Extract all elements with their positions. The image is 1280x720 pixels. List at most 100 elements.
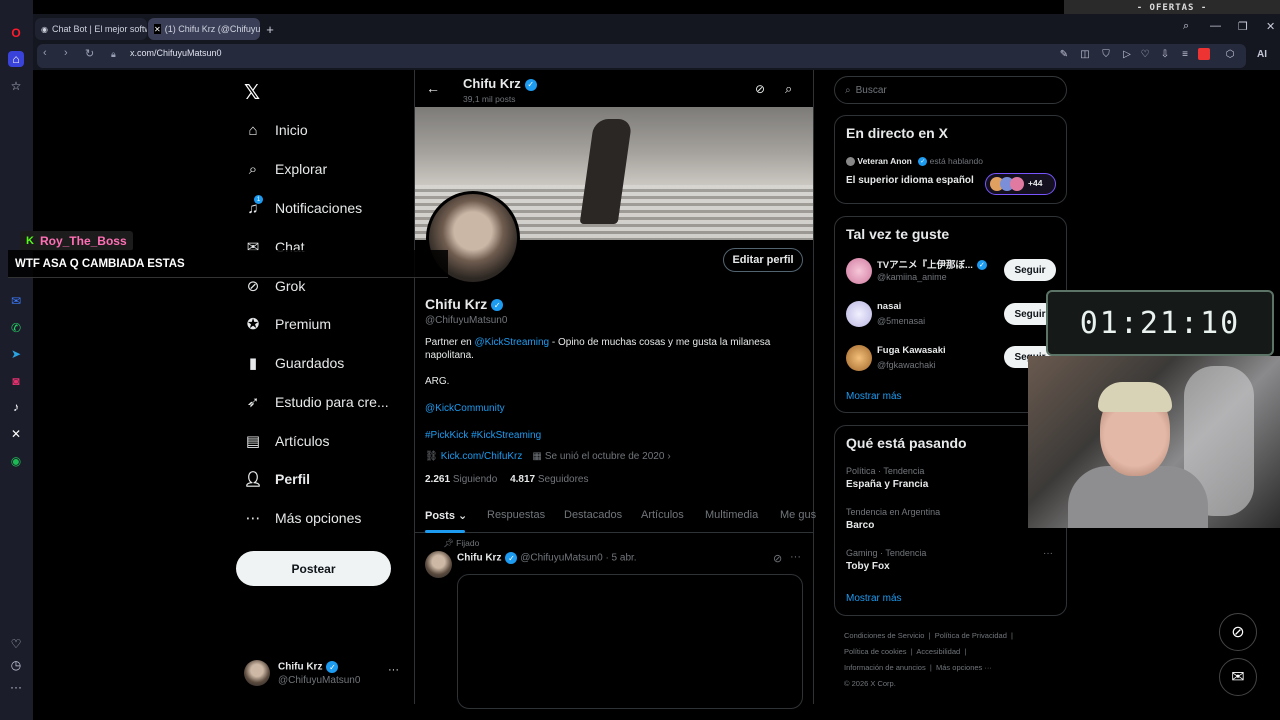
- grok-float-button[interactable]: ⊘: [1219, 613, 1257, 651]
- verified-icon: ✓: [524, 78, 537, 91]
- x-logo-icon[interactable]: 𝕏: [244, 80, 260, 105]
- tab-articles[interactable]: Artículos: [641, 509, 684, 521]
- camera-icon[interactable]: ◫: [1079, 48, 1091, 60]
- tab-media[interactable]: Multimedia: [705, 509, 758, 521]
- search-icon[interactable]: ⌕: [785, 81, 792, 97]
- nav-notifications[interactable]: ♫ 1 Notificaciones: [244, 195, 362, 221]
- bio-mention-link[interactable]: @KickStreaming: [474, 337, 549, 348]
- footer-link[interactable]: Más opciones ···: [936, 663, 992, 672]
- following-label[interactable]: Siguiendo: [453, 474, 497, 485]
- tab-likes[interactable]: Me gus: [780, 509, 816, 521]
- live-listeners[interactable]: +44: [985, 173, 1056, 195]
- menu-icon[interactable]: ≡: [1179, 48, 1191, 60]
- lock-icon: 🔒︎: [111, 49, 116, 59]
- messenger-icon[interactable]: ✉: [8, 293, 24, 309]
- reload-icon[interactable]: ↻: [85, 47, 94, 60]
- minimize-icon[interactable]: —: [1210, 20, 1221, 32]
- community-link[interactable]: @KickCommunity: [425, 403, 505, 414]
- avatar[interactable]: [425, 551, 452, 578]
- edit-profile-button[interactable]: Editar perfil: [723, 248, 803, 272]
- listener-count: +44: [1028, 178, 1043, 188]
- history-icon[interactable]: ◷: [8, 657, 24, 673]
- footer-link[interactable]: Accesibilidad: [916, 647, 960, 656]
- extension-icon[interactable]: [1198, 48, 1210, 60]
- follow-button[interactable]: Seguir: [1004, 259, 1056, 281]
- messages-float-button[interactable]: ✉: [1219, 658, 1257, 696]
- nav-creator-studio[interactable]: ➶ Estudio para cre...: [244, 389, 389, 415]
- whatsapp-icon[interactable]: ✆: [8, 320, 24, 336]
- close-icon[interactable]: ✕: [1266, 20, 1275, 33]
- heart-icon[interactable]: ♡: [1139, 48, 1151, 60]
- profile-name-row: Chifu Krz ✓: [425, 296, 504, 312]
- hashtags-link[interactable]: #PickKick #KickStreaming: [425, 430, 541, 441]
- tab-posts[interactable]: Posts ⌄: [425, 509, 467, 522]
- account-switcher[interactable]: Chifu Krz ✓ @ChifuyuMatsun0 ···: [244, 658, 404, 688]
- post-button[interactable]: Postear: [236, 551, 391, 586]
- cube-icon[interactable]: ⬡: [1224, 48, 1236, 60]
- search-input[interactable]: ⌕ Buscar: [834, 76, 1067, 104]
- grok-icon[interactable]: ⊘: [773, 552, 782, 565]
- footer-link[interactable]: Condiciones de Servicio: [844, 631, 924, 640]
- nav-home[interactable]: ⌂ Inicio: [244, 117, 307, 143]
- tab-chatbot[interactable]: ◉ Chat Bot | El mejor softwa: [35, 18, 147, 40]
- download-icon[interactable]: ⇩: [1159, 48, 1171, 60]
- tab-x-profile[interactable]: ✕ (1) Chifu Krz (@ChifuyuMa: [148, 18, 260, 40]
- nav-bookmarks[interactable]: ▮ Guardados: [244, 350, 344, 376]
- instagram-icon[interactable]: ◙: [8, 373, 24, 389]
- show-more-link[interactable]: Mostrar más: [846, 593, 902, 604]
- edit-icon[interactable]: ✎: [1058, 48, 1070, 60]
- play-icon[interactable]: ▷: [1121, 48, 1133, 60]
- suggestion-name-row: TVアニメ『上伊那ぼ... ✓: [877, 257, 987, 271]
- home-icon[interactable]: ⌂: [8, 51, 24, 67]
- more-icon[interactable]: ···: [8, 679, 24, 695]
- x-icon[interactable]: ✕: [8, 426, 24, 442]
- trend-more-icon[interactable]: ···: [1043, 548, 1053, 559]
- nav-explore[interactable]: ⌕ Explorar: [244, 156, 327, 182]
- post-media[interactable]: [457, 574, 803, 709]
- shield-icon[interactable]: ⛉: [1100, 48, 1112, 60]
- footer-link[interactable]: Política de Privacidad: [935, 631, 1007, 640]
- spotify-icon[interactable]: ◉: [8, 453, 24, 469]
- telegram-icon[interactable]: ➤: [8, 346, 24, 362]
- notification-badge: 1: [254, 195, 263, 204]
- nav-more-options[interactable]: ⋯ Más opciones: [244, 505, 362, 531]
- heart-icon[interactable]: ♡: [8, 636, 24, 652]
- kick-icon: K: [26, 235, 34, 247]
- nav-premium[interactable]: ✪ Premium: [244, 311, 331, 337]
- profile-tabs: Posts ⌄ Respuestas Destacados Artículos …: [415, 503, 816, 533]
- star-icon[interactable]: ☆: [8, 78, 24, 94]
- new-tab-button[interactable]: +: [262, 18, 278, 40]
- tab-replies[interactable]: Respuestas: [487, 509, 545, 521]
- following-count[interactable]: 2.261: [425, 474, 450, 485]
- live-host-row[interactable]: Veteran Anon ✓ está hablando: [846, 156, 983, 167]
- search-tabs-icon[interactable]: ⌕: [1183, 20, 1189, 33]
- search-icon: ⌕: [845, 84, 851, 96]
- nav-profile[interactable]: 👤︎ Perfil: [243, 466, 310, 492]
- avatar: [244, 660, 270, 686]
- post-author-name[interactable]: Chifu Krz: [457, 553, 501, 564]
- back-arrow-icon[interactable]: ←: [426, 80, 440, 96]
- forward-icon[interactable]: ›: [64, 47, 68, 59]
- back-icon[interactable]: ‹: [43, 47, 47, 59]
- webcam-feed: [1028, 356, 1280, 528]
- trend-context: Gaming · Tendencia: [846, 548, 927, 558]
- tab-highlights[interactable]: Destacados: [564, 509, 622, 521]
- live-topic[interactable]: El superior idioma español: [846, 175, 974, 186]
- post-more-icon[interactable]: ···: [790, 551, 801, 563]
- post-author-handle: @ChifuyuMatsun0: [520, 552, 603, 564]
- trend-name: Barco: [846, 520, 875, 531]
- show-more-link[interactable]: Mostrar más: [846, 391, 902, 402]
- url-field[interactable]: x.com/ChifuyuMatsun0: [130, 48, 222, 58]
- footer-link[interactable]: Información de anuncios: [844, 663, 926, 672]
- maximize-icon[interactable]: ❐: [1238, 20, 1248, 33]
- website-link[interactable]: Kick.com/ChifuKrz: [441, 451, 523, 462]
- nav-articles[interactable]: ▤ Artículos: [244, 428, 330, 454]
- followers-label[interactable]: Seguidores: [538, 474, 589, 485]
- tiktok-icon[interactable]: ♪: [8, 399, 24, 415]
- account-more-icon[interactable]: ···: [388, 664, 399, 676]
- ai-button[interactable]: AI: [1247, 48, 1277, 60]
- followers-count[interactable]: 4.817: [510, 474, 535, 485]
- grok-icon[interactable]: ⊘: [755, 82, 765, 96]
- footer-link[interactable]: Política de cookies: [844, 647, 907, 656]
- opera-logo-icon[interactable]: O: [8, 25, 24, 41]
